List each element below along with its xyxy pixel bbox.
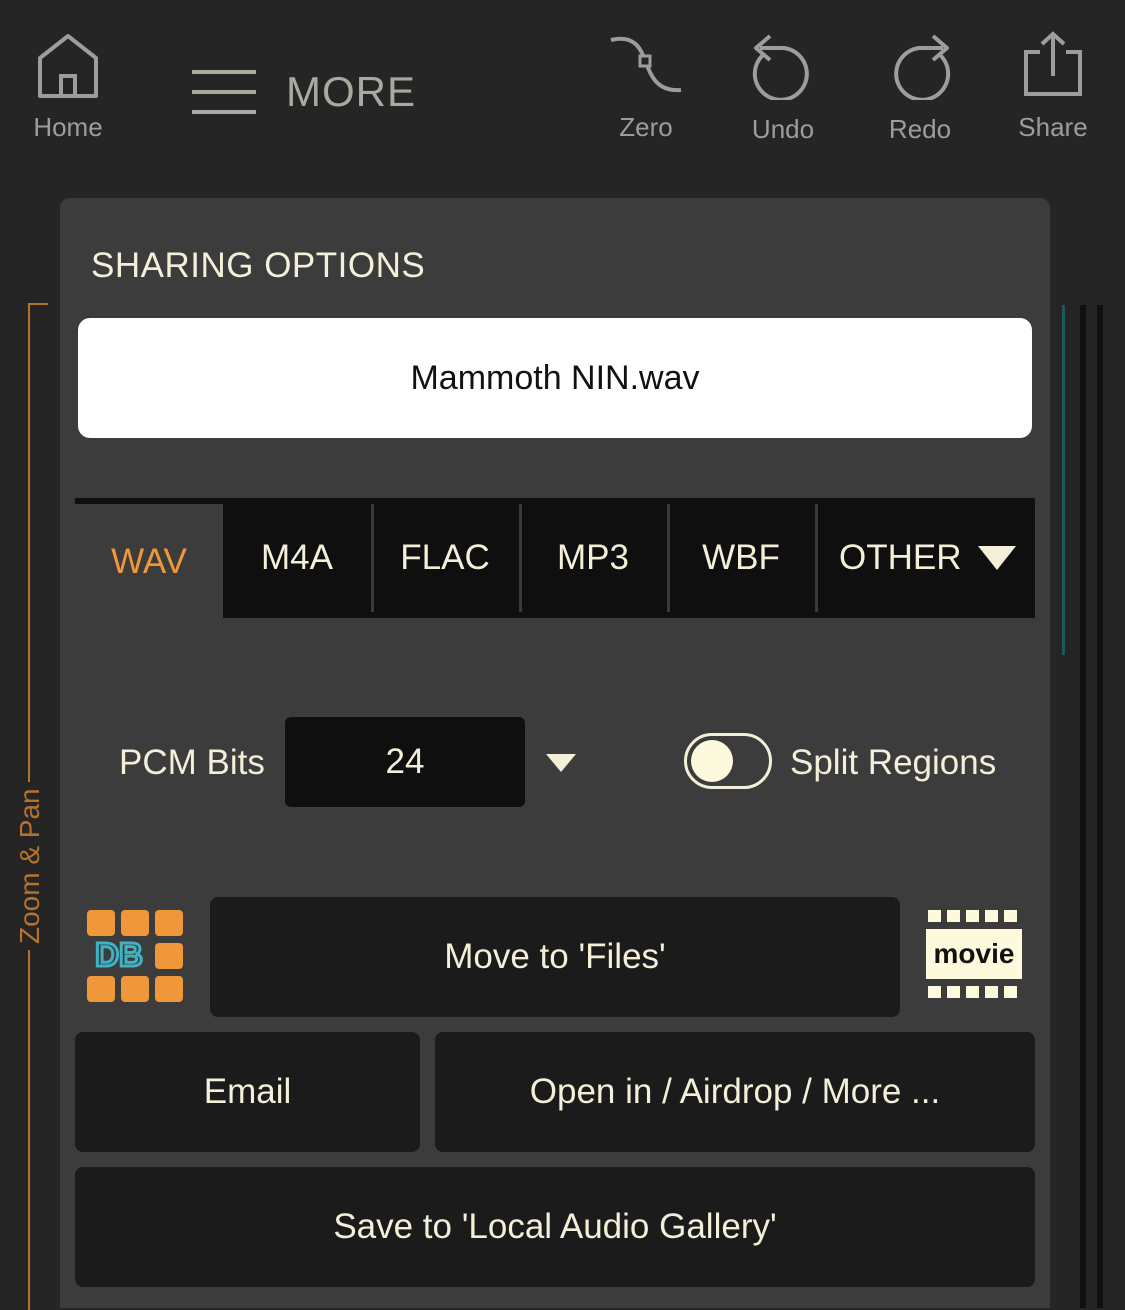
home-icon <box>38 34 98 98</box>
tab-m4a[interactable]: M4A <box>223 498 371 618</box>
filename-field[interactable]: Mammoth NIN.wav <box>78 318 1032 438</box>
home-label: Home <box>33 112 103 142</box>
dropbox-db-icon[interactable]: DB <box>87 910 183 1002</box>
share-button[interactable]: Share <box>1018 30 1088 143</box>
tab-wav[interactable]: WAV <box>75 504 223 619</box>
toggle-knob <box>691 740 733 782</box>
format-tabs: WAV M4A FLAC MP3 WBF OTHER <box>75 498 1035 619</box>
tab-mp3[interactable]: MP3 <box>519 498 667 618</box>
sharing-options-dialog: SHARING OPTIONS Mammoth NIN.wav WAV M4A … <box>60 198 1050 1308</box>
zero-label: Zero <box>619 112 673 142</box>
zero-crossing-icon <box>610 36 682 93</box>
zero-button[interactable]: Zero <box>607 30 685 143</box>
redo-button[interactable]: Redo <box>885 30 955 145</box>
dialog-title: SHARING OPTIONS <box>91 246 426 285</box>
email-button[interactable]: Email <box>75 1032 420 1152</box>
hamburger-menu-icon <box>192 70 256 114</box>
more-menu-button[interactable]: MORE <box>192 68 416 116</box>
share-icon <box>1024 31 1082 96</box>
share-label: Share <box>1018 112 1088 142</box>
zoom-pan-label: Zoom & Pan <box>14 782 46 950</box>
undo-label: Undo <box>751 114 815 144</box>
pcm-bits-select[interactable]: 24 <box>285 717 525 807</box>
open-in-airdrop-button[interactable]: Open in / Airdrop / More ... <box>435 1032 1035 1152</box>
db-icon-text: DB <box>95 936 143 973</box>
tab-other-label: OTHER <box>839 538 962 577</box>
save-to-gallery-button[interactable]: Save to 'Local Audio Gallery' <box>75 1167 1035 1287</box>
more-label: MORE <box>286 68 416 115</box>
dropdown-triangle-icon <box>977 546 1016 570</box>
background-divider <box>1080 305 1086 1308</box>
split-regions-label: Split Regions <box>790 743 997 782</box>
top-toolbar: Home MORE Zero Undo Redo Share <box>0 0 1125 185</box>
tab-flac[interactable]: FLAC <box>371 498 519 618</box>
background-divider <box>1097 305 1103 1308</box>
move-to-files-button[interactable]: Move to 'Files' <box>210 897 900 1017</box>
pcm-bits-label: PCM Bits <box>119 743 265 782</box>
movie-icon-text: movie <box>934 938 1015 969</box>
redo-label: Redo <box>888 114 952 144</box>
chevron-down-icon[interactable] <box>546 754 576 772</box>
split-regions-toggle[interactable] <box>684 733 772 789</box>
tab-wbf[interactable]: WBF <box>667 498 815 618</box>
undo-icon <box>752 34 809 100</box>
home-button[interactable]: Home <box>28 30 108 143</box>
background-track-line <box>1062 305 1065 655</box>
undo-button[interactable]: Undo <box>748 30 818 145</box>
redo-icon <box>894 34 951 100</box>
tab-other[interactable]: OTHER <box>815 498 1035 618</box>
movie-icon[interactable]: movie <box>926 910 1024 1002</box>
